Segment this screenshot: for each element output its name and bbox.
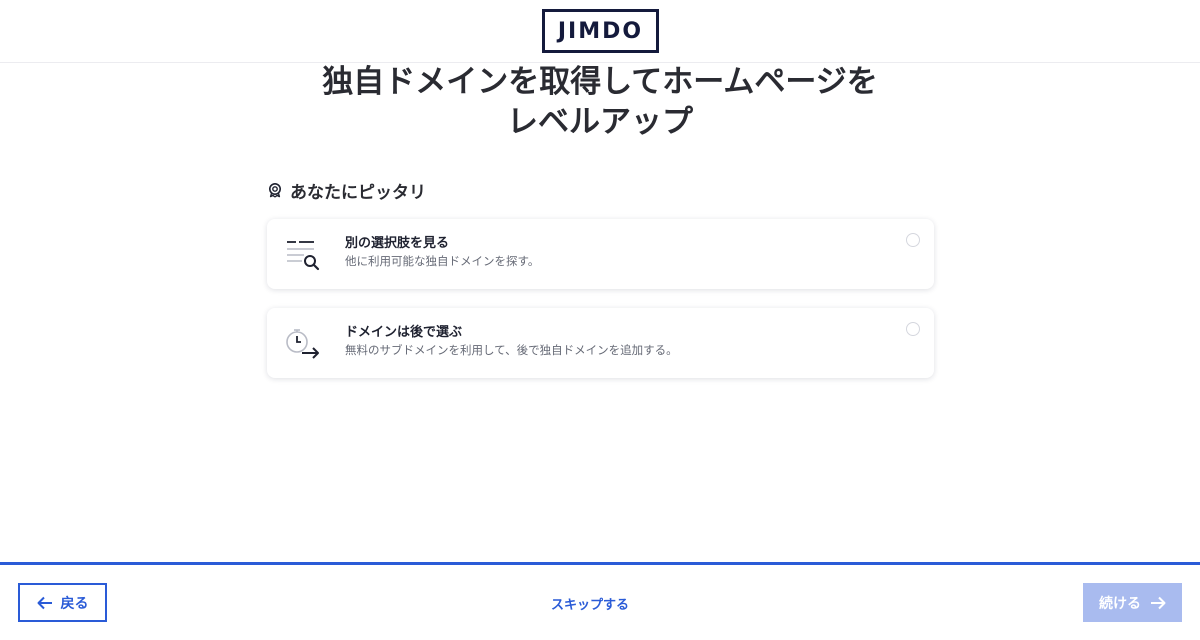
option-description: 他に利用可能な独自ドメインを探す。 [345, 254, 540, 268]
progress-bar [0, 562, 1200, 565]
page-title: 独自ドメインを取得してホームページを レベルアップ [0, 62, 1200, 142]
back-button-label: 戻る [60, 595, 89, 612]
arrow-right-icon [1151, 596, 1166, 609]
top-bar: JIMDO [0, 0, 1200, 63]
option-card-see-alternatives[interactable]: 別の選択肢を見る 他に利用可能な独自ドメインを探す。 [267, 219, 934, 289]
page-title-line-2: レベルアップ [507, 104, 693, 140]
list-search-icon [287, 241, 320, 271]
badge-icon [269, 183, 281, 198]
option-radio[interactable] [906, 322, 920, 336]
logo-text: JIMDO [557, 18, 644, 44]
section-label: あなたにピッタリ [290, 182, 426, 203]
page-title-line-1: 独自ドメインを取得してホームページを [322, 64, 878, 100]
stopwatch-arrow-icon [286, 329, 319, 359]
option-title: 別の選択肢を見る [345, 236, 450, 251]
option-text: ドメインは後で選ぶ 無料のサブドメインを利用して、後で独自ドメインを追加する。 [345, 324, 678, 359]
continue-button-label: 続ける [1099, 595, 1141, 612]
back-button[interactable]: 戻る [18, 583, 107, 622]
option-title: ドメインは後で選ぶ [345, 325, 463, 340]
option-radio[interactable] [906, 233, 920, 247]
continue-button[interactable]: 続ける [1083, 583, 1182, 622]
section-heading: あなたにピッタリ [267, 178, 426, 203]
option-card-choose-later[interactable]: ドメインは後で選ぶ 無料のサブドメインを利用して、後で独自ドメインを追加する。 [267, 308, 934, 378]
jimdo-logo[interactable]: JIMDO [542, 9, 659, 53]
progress-bar-fill [0, 562, 1200, 565]
arrow-left-icon [37, 596, 52, 609]
option-text: 別の選択肢を見る 他に利用可能な独自ドメインを探す。 [345, 235, 539, 270]
option-description: 無料のサブドメインを利用して、後で独自ドメインを追加する。 [345, 343, 678, 357]
skip-link[interactable]: スキップする [540, 594, 640, 613]
